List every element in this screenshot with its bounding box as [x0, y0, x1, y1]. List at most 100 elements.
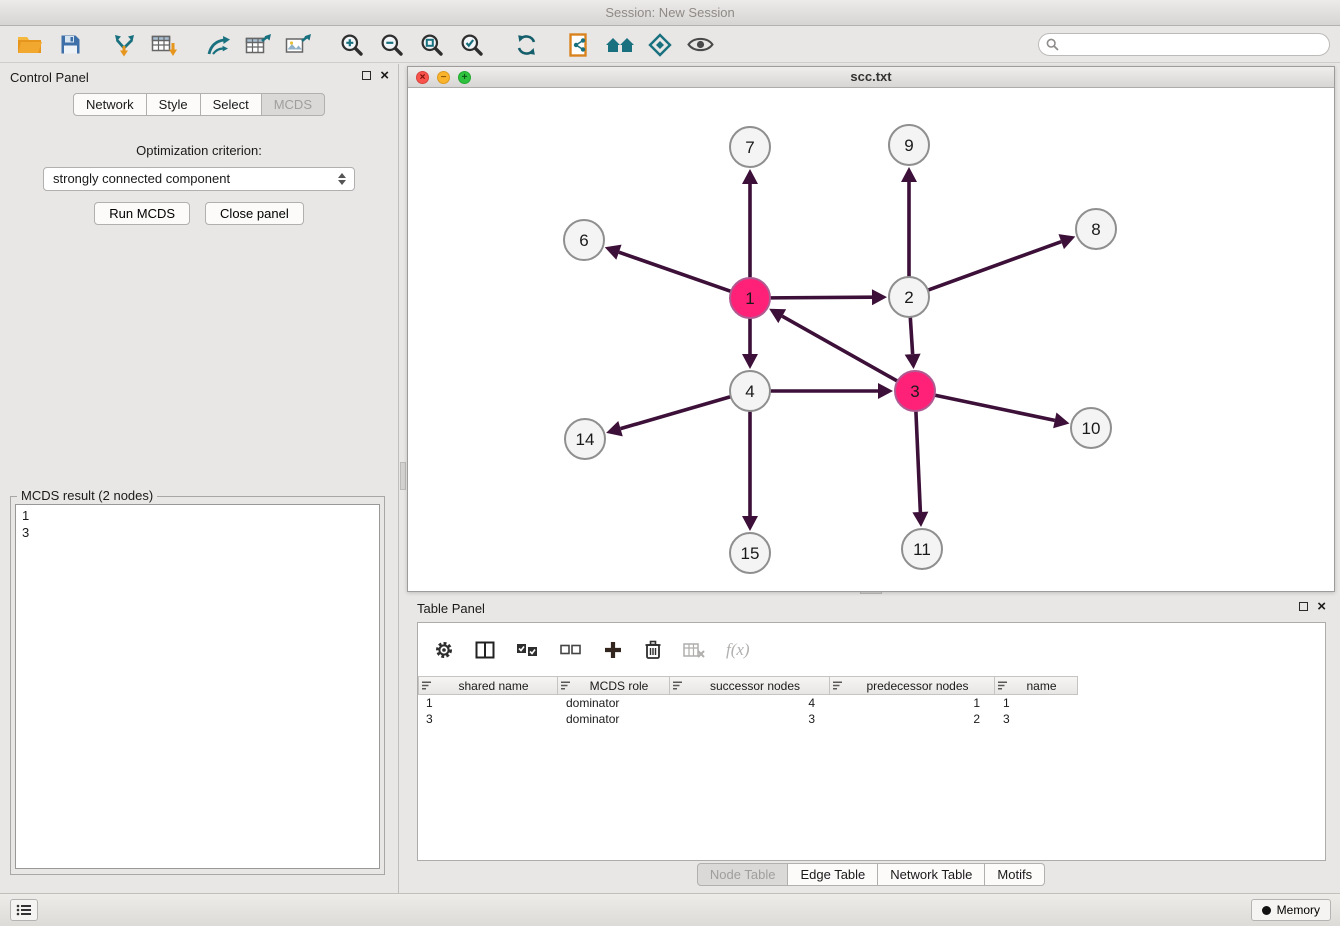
mcds-result-item[interactable]: 3	[22, 524, 373, 541]
tab-network[interactable]: Network	[73, 93, 147, 116]
export-table-button[interactable]	[238, 30, 278, 60]
column-header-name[interactable]: name	[995, 676, 1078, 695]
column-header-successor-nodes[interactable]: successor nodes	[670, 676, 830, 695]
zoom-fit-icon	[420, 33, 444, 57]
search-input[interactable]	[1038, 33, 1330, 56]
graph-node-label-14: 14	[576, 430, 595, 449]
graph-edge-arrowhead	[742, 354, 758, 369]
column-header-predecessor-nodes[interactable]: predecessor nodes	[830, 676, 995, 695]
export-image-button[interactable]	[278, 30, 318, 60]
tab-style[interactable]: Style	[147, 93, 201, 116]
refresh-network-button[interactable]	[506, 30, 546, 60]
titlebar: Session: New Session	[0, 0, 1340, 26]
function-builder-button[interactable]: f(x)	[726, 640, 750, 660]
float-table-panel-icon[interactable]	[1299, 602, 1308, 611]
graph-edge-arrowhead	[606, 421, 623, 436]
tab-mcds[interactable]: MCDS	[262, 93, 325, 116]
graph-edge-arrowhead	[912, 512, 928, 527]
mcds-result-item[interactable]: 1	[22, 507, 373, 524]
sort-icon	[672, 680, 683, 691]
graph-node-label-1: 1	[745, 289, 754, 308]
criterion-dropdown[interactable]: strongly connected component	[43, 167, 355, 191]
graph-edge-arrowhead	[905, 354, 921, 369]
zoom-selected-button[interactable]	[452, 30, 492, 60]
table-tab-edge-table[interactable]: Edge Table	[788, 863, 878, 886]
criterion-dropdown-value: strongly connected component	[53, 171, 230, 186]
memory-button[interactable]: Memory	[1251, 899, 1331, 921]
table-panel-header: Table Panel ×	[407, 595, 1335, 621]
graph-node-label-2: 2	[904, 288, 913, 307]
show-hide-button[interactable]	[680, 30, 720, 60]
graph-edge-4-14[interactable]	[621, 397, 731, 429]
table-panel-content: f(x) shared nameMCDS rolesuccessor nodes…	[417, 622, 1326, 861]
delete-column-button[interactable]	[644, 640, 662, 660]
graph-edge-1-6[interactable]	[619, 252, 731, 291]
search-box	[1038, 33, 1330, 56]
zoom-in-button[interactable]	[332, 30, 372, 60]
column-header-mcds-role[interactable]: MCDS role	[558, 676, 670, 695]
select-all-columns-button[interactable]	[516, 643, 539, 657]
application-window: Session: New Session	[0, 0, 1340, 926]
run-mcds-button[interactable]: Run MCDS	[94, 202, 190, 225]
graph-node-label-6: 6	[579, 231, 588, 250]
table-cell: dominator	[558, 711, 670, 727]
graph-edge-3-10[interactable]	[935, 395, 1055, 420]
dropdown-stepper-icon	[338, 173, 346, 185]
table-row[interactable]: 3dominator323	[418, 711, 1325, 727]
close-panel-icon[interactable]: ×	[380, 70, 389, 81]
unselect-all-columns-button[interactable]	[560, 643, 582, 657]
graph-node-label-4: 4	[745, 382, 754, 401]
table-cell: 3	[670, 711, 830, 727]
first-neighbors-button[interactable]	[600, 30, 640, 60]
control-panel: Control Panel × NetworkStyleSelectMCDS O…	[0, 64, 399, 893]
style-button[interactable]	[640, 30, 680, 60]
table-settings-button[interactable]	[434, 640, 454, 660]
tab-select[interactable]: Select	[201, 93, 262, 116]
column-header-shared-name[interactable]: shared name	[418, 676, 558, 695]
graph-edge-2-8[interactable]	[928, 242, 1061, 291]
delete-table-icon	[683, 642, 705, 658]
table-panel: Table Panel ×	[407, 595, 1335, 891]
show-panels-button[interactable]	[10, 899, 38, 921]
table-row[interactable]: 1dominator411	[418, 695, 1325, 711]
graph-node-label-3: 3	[910, 382, 919, 401]
zoom-out-button[interactable]	[372, 30, 412, 60]
graph-edge-1-2[interactable]	[770, 297, 872, 298]
close-table-panel-icon[interactable]: ×	[1317, 601, 1326, 612]
table-tab-node-table[interactable]: Node Table	[697, 863, 789, 886]
table-tab-network-table[interactable]: Network Table	[878, 863, 985, 886]
graph-edge-3-1[interactable]	[782, 316, 897, 381]
optimization-criterion-label: Optimization criterion:	[0, 143, 398, 158]
table-tab-motifs[interactable]: Motifs	[985, 863, 1045, 886]
close-panel-button[interactable]: Close panel	[205, 202, 304, 225]
graph-edge-3-11[interactable]	[916, 411, 920, 512]
save-icon	[60, 34, 81, 55]
import-table-button[interactable]	[144, 30, 184, 60]
memory-status-icon	[1262, 906, 1271, 915]
float-panel-icon[interactable]	[362, 71, 371, 80]
vertical-splitter-handle[interactable]	[400, 462, 406, 490]
network-canvas[interactable]: 7968124314101511	[408, 88, 1334, 591]
import-network-button[interactable]	[104, 30, 144, 60]
zoom-window-button[interactable]: +	[458, 71, 471, 84]
close-window-button[interactable]: ×	[416, 71, 429, 84]
new-network-button[interactable]	[198, 30, 238, 60]
mcds-result-list[interactable]: 13	[15, 504, 380, 869]
show-columns-button[interactable]	[475, 641, 495, 659]
trash-icon	[644, 640, 662, 660]
save-session-button[interactable]	[50, 30, 90, 60]
checked-boxes-icon	[516, 643, 539, 657]
double-home-icon	[605, 35, 635, 55]
network-window-title: scc.txt	[850, 69, 891, 84]
graph-edge-2-3[interactable]	[910, 317, 912, 354]
minimize-window-button[interactable]: −	[437, 71, 450, 84]
zoom-fit-button[interactable]	[412, 30, 452, 60]
plus-icon	[603, 640, 623, 660]
network-document-button[interactable]	[560, 30, 600, 60]
add-column-button[interactable]	[603, 640, 623, 660]
gear-icon	[434, 640, 454, 660]
open-session-button[interactable]	[10, 30, 50, 60]
delete-table-button[interactable]	[683, 642, 705, 658]
document-network-icon	[569, 33, 591, 57]
import-table-icon	[151, 33, 177, 57]
